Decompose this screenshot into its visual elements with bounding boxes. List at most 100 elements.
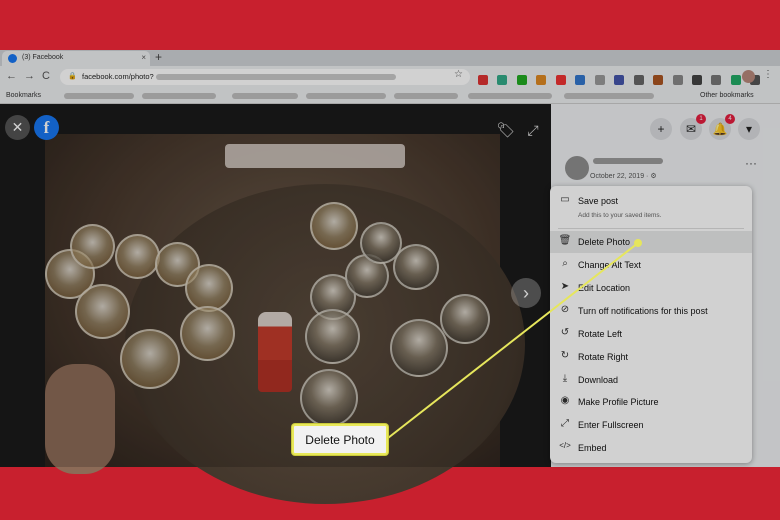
address-bar[interactable]: 🔒 facebook.com/photo?: [60, 69, 470, 85]
extension-icon[interactable]: [691, 75, 702, 85]
notifications-button[interactable]: 🔔 4: [709, 114, 735, 140]
next-photo-button[interactable]: ›: [511, 278, 541, 308]
profile-picture-icon: ◉: [560, 395, 570, 406]
tab-facebook[interactable]: (3) Facebook ×: [2, 51, 150, 66]
back-icon[interactable]: ←: [6, 70, 17, 82]
photo-detail: [440, 294, 490, 344]
new-tab-button[interactable]: +: [155, 50, 162, 64]
photo-detail: [310, 202, 358, 250]
menu-item-embed[interactable]: </> Embed: [550, 437, 752, 459]
tab-bar: (3) Facebook × +: [0, 50, 780, 66]
expand-icon[interactable]: ⤢: [522, 119, 544, 141]
menu-item-label: Turn off notifications for this post: [578, 306, 708, 316]
menu-item-download[interactable]: ⤓ Download: [550, 369, 752, 391]
photo-detail: [225, 144, 405, 168]
extension-icon[interactable]: [497, 75, 508, 85]
tab-close-icon[interactable]: ×: [141, 53, 146, 62]
menu-item-subtext: Add this to your saved items.: [578, 212, 662, 219]
download-icon: ⤓: [562, 373, 568, 384]
facebook-logo-icon[interactable]: f: [34, 115, 59, 140]
menu-item-make-profile-picture[interactable]: ◉ Make Profile Picture: [550, 391, 752, 413]
photo-detail: [390, 319, 448, 377]
bookmark-redacted[interactable]: [64, 93, 134, 99]
rotate-right-icon: ↻: [560, 350, 570, 361]
extension-icon[interactable]: [555, 75, 566, 85]
other-bookmarks[interactable]: Other bookmarks: [700, 92, 754, 99]
extension-icon[interactable]: [653, 75, 664, 85]
browser-menu-icon[interactable]: ⋮: [763, 69, 773, 80]
embed-code-icon: </>: [559, 441, 571, 450]
menu-item-label: Save post: [578, 196, 619, 206]
extension-icon[interactable]: [711, 75, 722, 85]
extension-icon[interactable]: [633, 75, 644, 85]
forward-icon[interactable]: →: [24, 70, 35, 82]
bookmark-redacted[interactable]: [306, 93, 386, 99]
menu-item-label: Download: [578, 375, 619, 385]
messenger-button[interactable]: ✉ 1: [680, 114, 706, 140]
notification-off-icon: ⊘: [560, 304, 570, 315]
extension-icon[interactable]: [730, 75, 741, 85]
menu-item-turn-off-notifications[interactable]: ⊘ Turn off notifications for this post: [550, 300, 752, 322]
extension-icon[interactable]: [516, 75, 527, 85]
extension-icon[interactable]: [575, 75, 586, 85]
messenger-icon: ✉: [685, 122, 697, 136]
photo-detail: [393, 244, 439, 290]
tab-title: (3) Facebook: [22, 54, 64, 61]
extension-icon[interactable]: [614, 75, 625, 85]
bookmark-redacted[interactable]: [232, 93, 298, 99]
rotate-left-icon: ↺: [560, 327, 570, 338]
poster-name-redacted[interactable]: [593, 158, 663, 164]
photo-detail: [180, 306, 235, 361]
notifications-badge: 4: [725, 114, 735, 124]
messenger-badge: 1: [696, 114, 706, 124]
menu-item-edit-location[interactable]: ➤ Edit Location: [550, 277, 752, 299]
browser-toolbar: ← → C 🔒 facebook.com/photo? ☆ ⋮: [0, 66, 780, 88]
post-options-menu: ▭ Save post Add this to your saved items…: [550, 186, 752, 463]
reload-icon[interactable]: C: [42, 70, 50, 82]
url-text: facebook.com/photo?: [82, 72, 154, 81]
extension-icon[interactable]: [478, 75, 488, 85]
search-icon: ⌕: [562, 258, 568, 269]
bookmarks-bar: Bookmarks Other bookmarks: [0, 88, 780, 104]
facebook-favicon-icon: [8, 54, 17, 63]
post-date[interactable]: October 22, 2019 · ⚙: [590, 172, 657, 180]
bookmark-redacted[interactable]: [564, 93, 654, 99]
bookmark-redacted[interactable]: [142, 93, 216, 99]
menu-item-label: Edit Location: [578, 283, 631, 293]
photo-viewer: [0, 104, 551, 504]
extension-icon[interactable]: [536, 75, 547, 85]
menu-divider: [558, 228, 744, 229]
menu-item-rotate-right[interactable]: ↻ Rotate Right: [550, 346, 752, 368]
photo-detail: [185, 264, 233, 312]
profile-avatar[interactable]: [742, 70, 755, 83]
menu-item-change-alt-text[interactable]: ⌕ Change Alt Text: [550, 254, 752, 276]
menu-item-label: Embed: [578, 443, 607, 453]
account-menu-button[interactable]: ▾: [738, 118, 760, 140]
menu-item-label: Make Profile Picture: [578, 397, 659, 407]
tag-icon[interactable]: 🏷: [495, 119, 517, 141]
menu-item-label: Rotate Right: [578, 352, 629, 362]
bookmark-redacted[interactable]: [394, 93, 458, 99]
callout-label: Delete Photo: [292, 424, 388, 455]
menu-item-delete-photo[interactable]: 🗑 Delete Photo: [550, 231, 752, 253]
bookmark-star-icon[interactable]: ☆: [454, 69, 463, 80]
extension-icon[interactable]: [672, 75, 683, 85]
menu-item-save-post[interactable]: ▭ Save post Add this to your saved items…: [550, 190, 752, 226]
bookmark-redacted[interactable]: [468, 93, 552, 99]
close-viewer-button[interactable]: ✕: [5, 115, 30, 140]
lock-icon: 🔒: [68, 73, 77, 80]
avatar[interactable]: [565, 156, 589, 180]
photo-detail: [45, 364, 115, 474]
post-options-button[interactable]: ···: [745, 156, 757, 170]
photo-detail: [70, 224, 115, 269]
photo-detail: [120, 329, 180, 389]
create-button[interactable]: +: [650, 118, 672, 140]
photo-detail: [75, 284, 130, 339]
menu-item-enter-fullscreen[interactable]: ⤢ Enter Fullscreen: [550, 414, 752, 436]
extension-icon[interactable]: [594, 75, 605, 85]
bookmarks-label[interactable]: Bookmarks: [6, 92, 41, 99]
photo-detail: [115, 234, 160, 279]
menu-item-rotate-left[interactable]: ↺ Rotate Left: [550, 323, 752, 345]
fullscreen-icon: ⤢: [561, 418, 569, 429]
bookmark-icon: ▭: [560, 194, 570, 205]
